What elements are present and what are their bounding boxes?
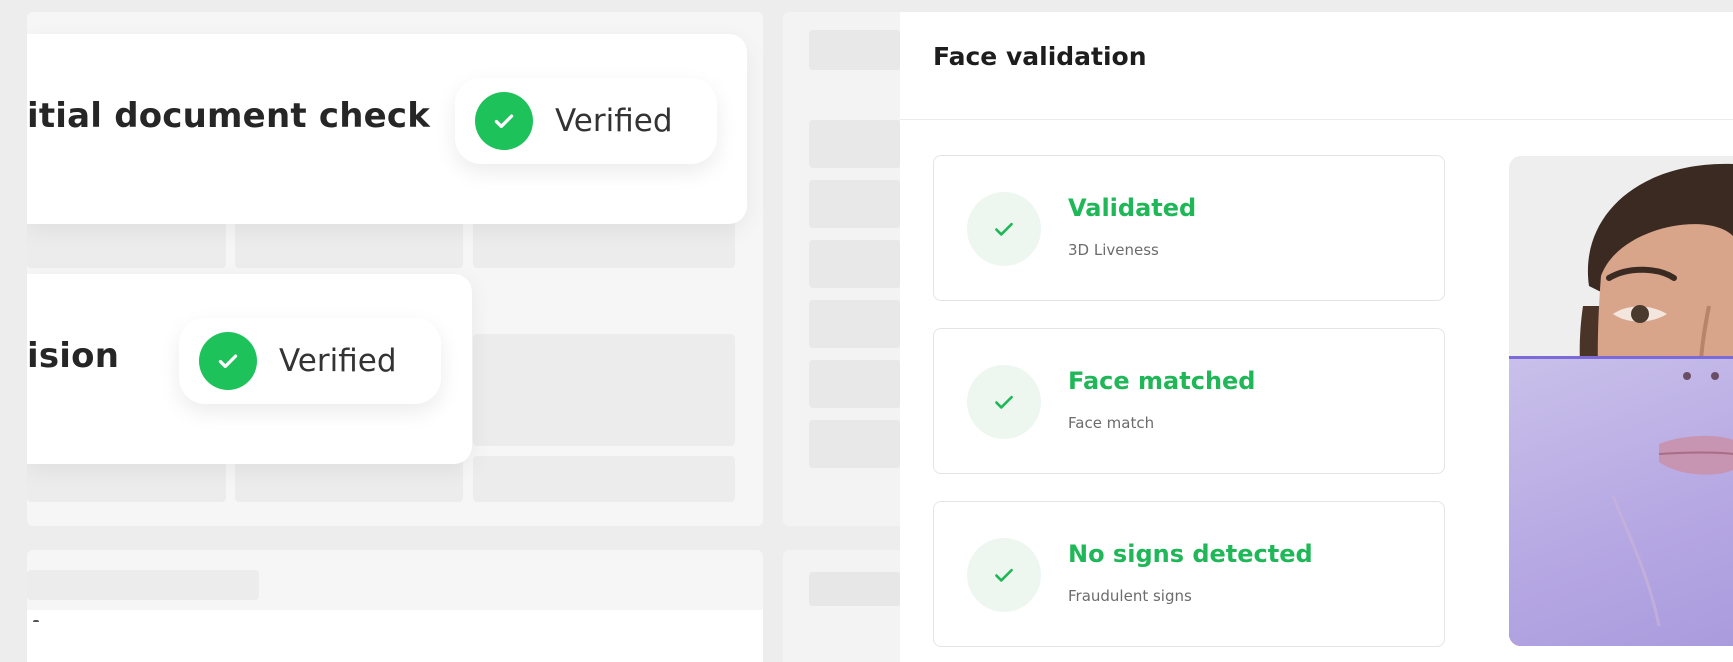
page-title: Face validation	[933, 42, 1147, 71]
placeholder-cell	[473, 334, 735, 446]
decision-card: ision Verified	[27, 274, 472, 464]
placeholder-cell	[809, 360, 901, 408]
decision-status-text: Verified	[279, 343, 397, 379]
left-gutter	[0, 0, 27, 662]
check-icon	[967, 192, 1041, 266]
decision-status-badge: Verified	[179, 318, 441, 404]
placeholder-cell	[809, 180, 901, 228]
face-photo	[1509, 156, 1733, 646]
face-lower-features	[1611, 372, 1733, 627]
lower-left-panel	[27, 550, 763, 662]
check-icon	[967, 538, 1041, 612]
result-title: Face matched	[1068, 367, 1256, 395]
placeholder-cell	[809, 420, 901, 468]
face-validation-panel: Face validation Validated 3D Liveness Fa…	[900, 12, 1733, 662]
result-subtitle: Face match	[1068, 414, 1155, 432]
lower-left-content	[27, 610, 763, 662]
placeholder-bar	[809, 572, 901, 606]
result-title: No signs detected	[1068, 540, 1313, 568]
result-card-liveness: Validated 3D Liveness	[933, 155, 1445, 301]
placeholder-bar	[27, 570, 259, 600]
verification-steps-panel: itial document check Verified ision Veri…	[27, 12, 763, 526]
check-icon	[475, 92, 533, 150]
result-subtitle: 3D Liveness	[1068, 241, 1159, 259]
result-card-fraud-signs: No signs detected Fraudulent signs	[933, 501, 1445, 647]
document-check-status-badge: Verified	[455, 78, 717, 164]
placeholder-cell	[473, 456, 735, 502]
decision-label: ision	[27, 336, 120, 376]
placeholder-cell	[809, 240, 901, 288]
placeholder-cell	[809, 30, 901, 70]
face-validation-header: Face validation	[900, 12, 1733, 120]
truncated-text-fragment	[33, 620, 39, 624]
result-card-face-match: Face matched Face match	[933, 328, 1445, 474]
check-icon	[199, 332, 257, 390]
result-subtitle: Fraudulent signs	[1068, 587, 1192, 605]
document-check-status-text: Verified	[555, 103, 673, 139]
document-check-label: itial document check	[27, 96, 431, 136]
check-icon	[967, 365, 1041, 439]
result-title: Validated	[1068, 194, 1197, 222]
placeholder-cell	[809, 300, 901, 348]
document-check-card: itial document check Verified	[27, 34, 747, 224]
placeholder-cell	[809, 120, 901, 168]
